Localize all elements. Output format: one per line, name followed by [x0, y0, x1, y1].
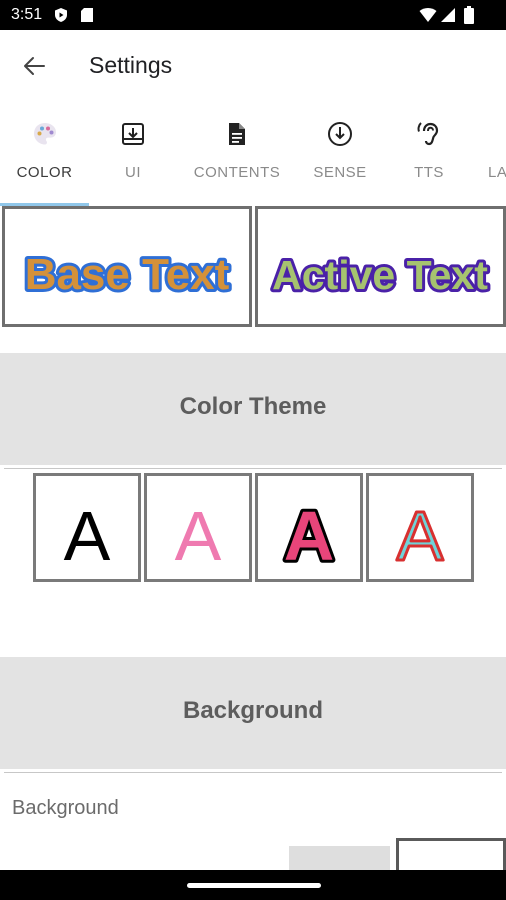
- base-text-preview[interactable]: Base Text Base Text: [2, 206, 252, 327]
- status-time: 3:51: [11, 6, 43, 23]
- tab-contents[interactable]: CONTENTS: [187, 108, 287, 206]
- tab-label: COLOR: [16, 164, 73, 181]
- section-title: Color Theme: [179, 393, 327, 420]
- navigation-bar: [0, 870, 506, 900]
- theme-letter: A: [64, 497, 111, 575]
- tab-bar: COLOR UI CONTENTS SENSE TTS LA: [0, 108, 506, 206]
- tab-label: CONTENTS: [193, 164, 281, 181]
- theme-letter: A: [175, 497, 222, 575]
- hearing-icon: [415, 120, 443, 148]
- divider: [4, 468, 502, 469]
- background-header: Background: [0, 657, 506, 769]
- theme-option-cyan-red-outline[interactable]: A: [366, 473, 474, 582]
- arrow-circle-down-icon: [326, 120, 354, 148]
- theme-letter: A: [284, 497, 335, 575]
- play-protect-icon: [53, 7, 69, 28]
- tab-label: LA: [488, 164, 506, 181]
- tab-label: TTS: [414, 164, 444, 181]
- theme-option-pink-black-outline[interactable]: A A: [255, 473, 363, 582]
- sd-card-icon: [80, 7, 94, 28]
- tab-tts[interactable]: TTS: [398, 108, 460, 206]
- palette-icon: [31, 120, 59, 148]
- theme-option-pink[interactable]: A: [144, 473, 252, 582]
- theme-letter: A: [397, 497, 444, 575]
- tab-la[interactable]: LA: [478, 108, 506, 206]
- wifi-icon: [419, 7, 437, 28]
- tab-label: SENSE: [313, 164, 367, 181]
- back-button[interactable]: [18, 50, 50, 82]
- page-title: Settings: [89, 52, 173, 78]
- signal-icon: [440, 7, 456, 28]
- active-text-label: Active Text: [272, 252, 488, 298]
- section-title: Background: [182, 697, 323, 724]
- arrow-back-icon: [18, 57, 50, 86]
- theme-option-black[interactable]: A: [33, 473, 141, 582]
- divider: [4, 772, 502, 773]
- status-bar: 3:51: [0, 0, 506, 30]
- document-icon: [223, 120, 251, 148]
- battery-icon: [464, 6, 474, 29]
- active-text-preview[interactable]: Active Text Active Text: [255, 206, 506, 327]
- tab-ui[interactable]: UI: [89, 108, 177, 206]
- app-bar: Settings: [0, 30, 506, 100]
- tab-label: UI: [125, 164, 141, 181]
- color-theme-header: Color Theme: [0, 353, 506, 465]
- download-box-icon: [119, 120, 147, 148]
- tab-sense[interactable]: SENSE: [300, 108, 380, 206]
- base-text-label: Base Text: [25, 250, 230, 299]
- background-label: Background: [12, 797, 119, 819]
- home-gesture-handle[interactable]: [187, 883, 321, 888]
- tab-color[interactable]: COLOR: [0, 108, 89, 206]
